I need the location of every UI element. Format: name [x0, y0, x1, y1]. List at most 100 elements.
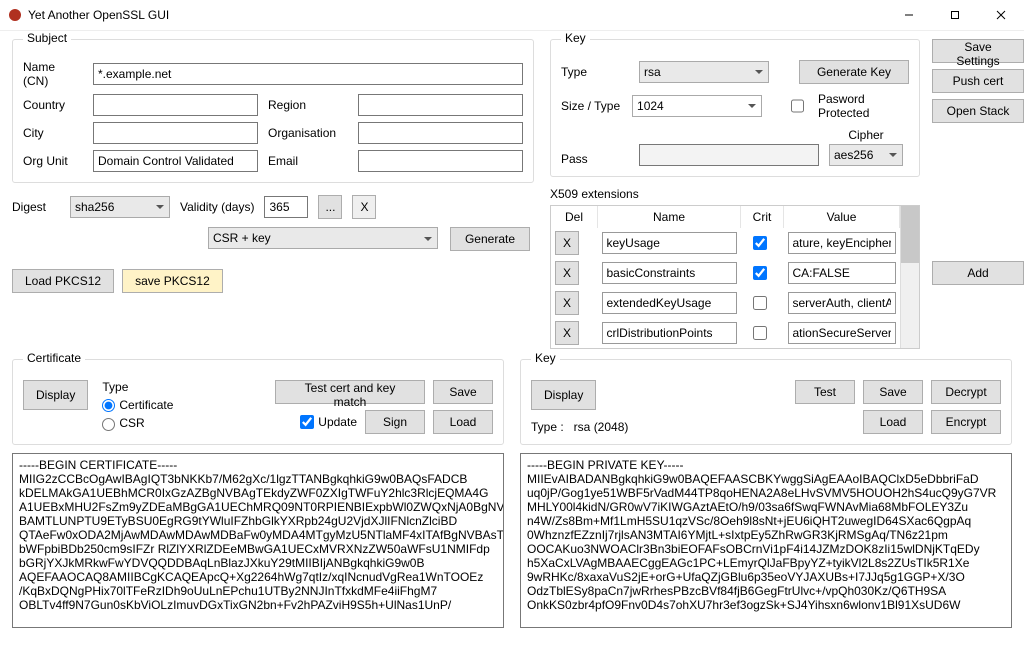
app-icon	[8, 8, 22, 22]
country-label: Country	[23, 98, 83, 112]
cert-save-button[interactable]: Save	[433, 380, 493, 404]
certificate-panel: Certificate Display Type Certificate CSR…	[12, 359, 504, 445]
city-label: City	[23, 126, 83, 140]
digest-select[interactable]: sha256	[70, 196, 170, 218]
x509-row: X	[551, 288, 900, 318]
subject-group: Subject Name (CN) Country Region City Or…	[12, 39, 534, 183]
key-size-label: Size / Type	[561, 99, 622, 113]
email-label: Email	[268, 154, 348, 168]
open-stack-button[interactable]: Open Stack	[932, 99, 1024, 123]
pass-label: Pass	[561, 152, 629, 166]
key-group: Key Type rsa Generate Key Size / Type 10…	[550, 39, 920, 177]
encrypt-button[interactable]: Encrypt	[931, 410, 1001, 434]
cert-type-label: Type	[102, 380, 173, 394]
cipher-label: Cipher	[848, 128, 883, 142]
x509-name-input[interactable]	[602, 232, 737, 254]
key-pem-textarea[interactable]	[520, 453, 1012, 628]
validity-label: Validity (days)	[180, 200, 254, 214]
test-match-button[interactable]: Test cert and key match	[275, 380, 425, 404]
key-display-button[interactable]: Display	[531, 380, 596, 410]
x509-del-button[interactable]: X	[555, 291, 579, 315]
x509-row: X	[551, 228, 900, 258]
x509-name-input[interactable]	[602, 322, 737, 344]
sign-button[interactable]: Sign	[365, 410, 425, 434]
certificate-legend: Certificate	[23, 351, 85, 365]
decrypt-button[interactable]: Decrypt	[931, 380, 1001, 404]
x509-crit-checkbox[interactable]	[753, 236, 767, 250]
email-input[interactable]	[358, 150, 523, 172]
password-protected-label: Pasword Protected	[818, 92, 909, 120]
generate-button[interactable]: Generate	[450, 227, 530, 251]
cert-load-button[interactable]: Load	[433, 410, 493, 434]
update-checkbox-wrap[interactable]: Update	[300, 415, 357, 430]
password-protected-checkbox[interactable]	[791, 99, 804, 113]
x509-name-input[interactable]	[602, 292, 737, 314]
validity-dots-button[interactable]: ...	[318, 195, 342, 219]
x509-value-input[interactable]	[788, 232, 896, 254]
cert-type-certificate[interactable]: Certificate	[102, 398, 173, 412]
maximize-button[interactable]	[932, 0, 978, 30]
update-checkbox	[300, 415, 314, 429]
key-panel-legend: Key	[531, 351, 560, 365]
x509-group: X509 extensions Del Name Crit Value	[550, 187, 920, 349]
x509-add-button[interactable]: Add	[932, 261, 1024, 285]
key-panel: Key Display Type : rsa (2048) Test Save …	[520, 359, 1012, 445]
x509-th-value: Value	[784, 206, 900, 228]
x509-th-crit: Crit	[741, 206, 784, 228]
country-input[interactable]	[93, 94, 258, 116]
load-pkcs12-button[interactable]: Load PKCS12	[12, 269, 114, 293]
x509-row: X	[551, 258, 900, 288]
cn-label: Name (CN)	[23, 60, 83, 88]
x509-crit-checkbox[interactable]	[753, 296, 767, 310]
x509-del-button[interactable]: X	[555, 231, 579, 255]
x509-crit-checkbox[interactable]	[753, 326, 767, 340]
cert-display-button[interactable]: Display	[23, 380, 88, 410]
titlebar: Yet Another OpenSSL GUI	[0, 0, 1024, 31]
validity-clear-button[interactable]: X	[352, 195, 376, 219]
cipher-select[interactable]: aes256	[829, 144, 903, 166]
region-input[interactable]	[358, 94, 523, 116]
close-button[interactable]	[978, 0, 1024, 30]
x509-crit-checkbox[interactable]	[753, 266, 767, 280]
x509-th-del: Del	[551, 206, 598, 228]
key-legend: Key	[561, 31, 590, 45]
x509-value-input[interactable]	[788, 262, 896, 284]
x509-value-input[interactable]	[788, 322, 896, 344]
org-label: Organisation	[268, 126, 348, 140]
validity-input[interactable]	[264, 196, 308, 218]
pass-input[interactable]	[639, 144, 819, 166]
cn-input[interactable]	[93, 63, 523, 85]
x509-name-input[interactable]	[602, 262, 737, 284]
x509-table: Del Name Crit Value XXXX	[551, 206, 900, 348]
x509-legend: X509 extensions	[550, 187, 639, 201]
cert-type-csr[interactable]: CSR	[102, 416, 144, 430]
x509-value-input[interactable]	[788, 292, 896, 314]
x509-scrollbar[interactable]	[900, 206, 919, 348]
save-pkcs12-button[interactable]: save PKCS12	[122, 269, 223, 293]
key-type-select[interactable]: rsa	[639, 61, 769, 83]
key-type-line: Type : rsa (2048)	[531, 420, 628, 434]
key-test-button[interactable]: Test	[795, 380, 855, 404]
city-input[interactable]	[93, 122, 258, 144]
org-input[interactable]	[358, 122, 523, 144]
key-type-label: Type	[561, 65, 629, 79]
orgunit-input[interactable]	[93, 150, 258, 172]
window-title: Yet Another OpenSSL GUI	[28, 8, 169, 22]
cert-pem-textarea[interactable]	[12, 453, 504, 628]
orgunit-label: Org Unit	[23, 154, 83, 168]
push-cert-button[interactable]: Push cert	[932, 69, 1024, 93]
key-save-button[interactable]: Save	[863, 380, 923, 404]
save-settings-button[interactable]: Save Settings	[932, 39, 1024, 63]
x509-row: X	[551, 318, 900, 348]
x509-del-button[interactable]: X	[555, 261, 579, 285]
region-label: Region	[268, 98, 348, 112]
generate-key-button[interactable]: Generate Key	[799, 60, 909, 84]
x509-del-button[interactable]: X	[555, 321, 579, 345]
key-size-select[interactable]: 1024	[632, 95, 762, 117]
x509-th-name: Name	[598, 206, 741, 228]
minimize-button[interactable]	[886, 0, 932, 30]
digest-label: Digest	[12, 200, 60, 214]
subject-legend: Subject	[23, 31, 71, 45]
key-load-button[interactable]: Load	[863, 410, 923, 434]
gen-mode-select[interactable]: CSR + key	[208, 227, 438, 249]
